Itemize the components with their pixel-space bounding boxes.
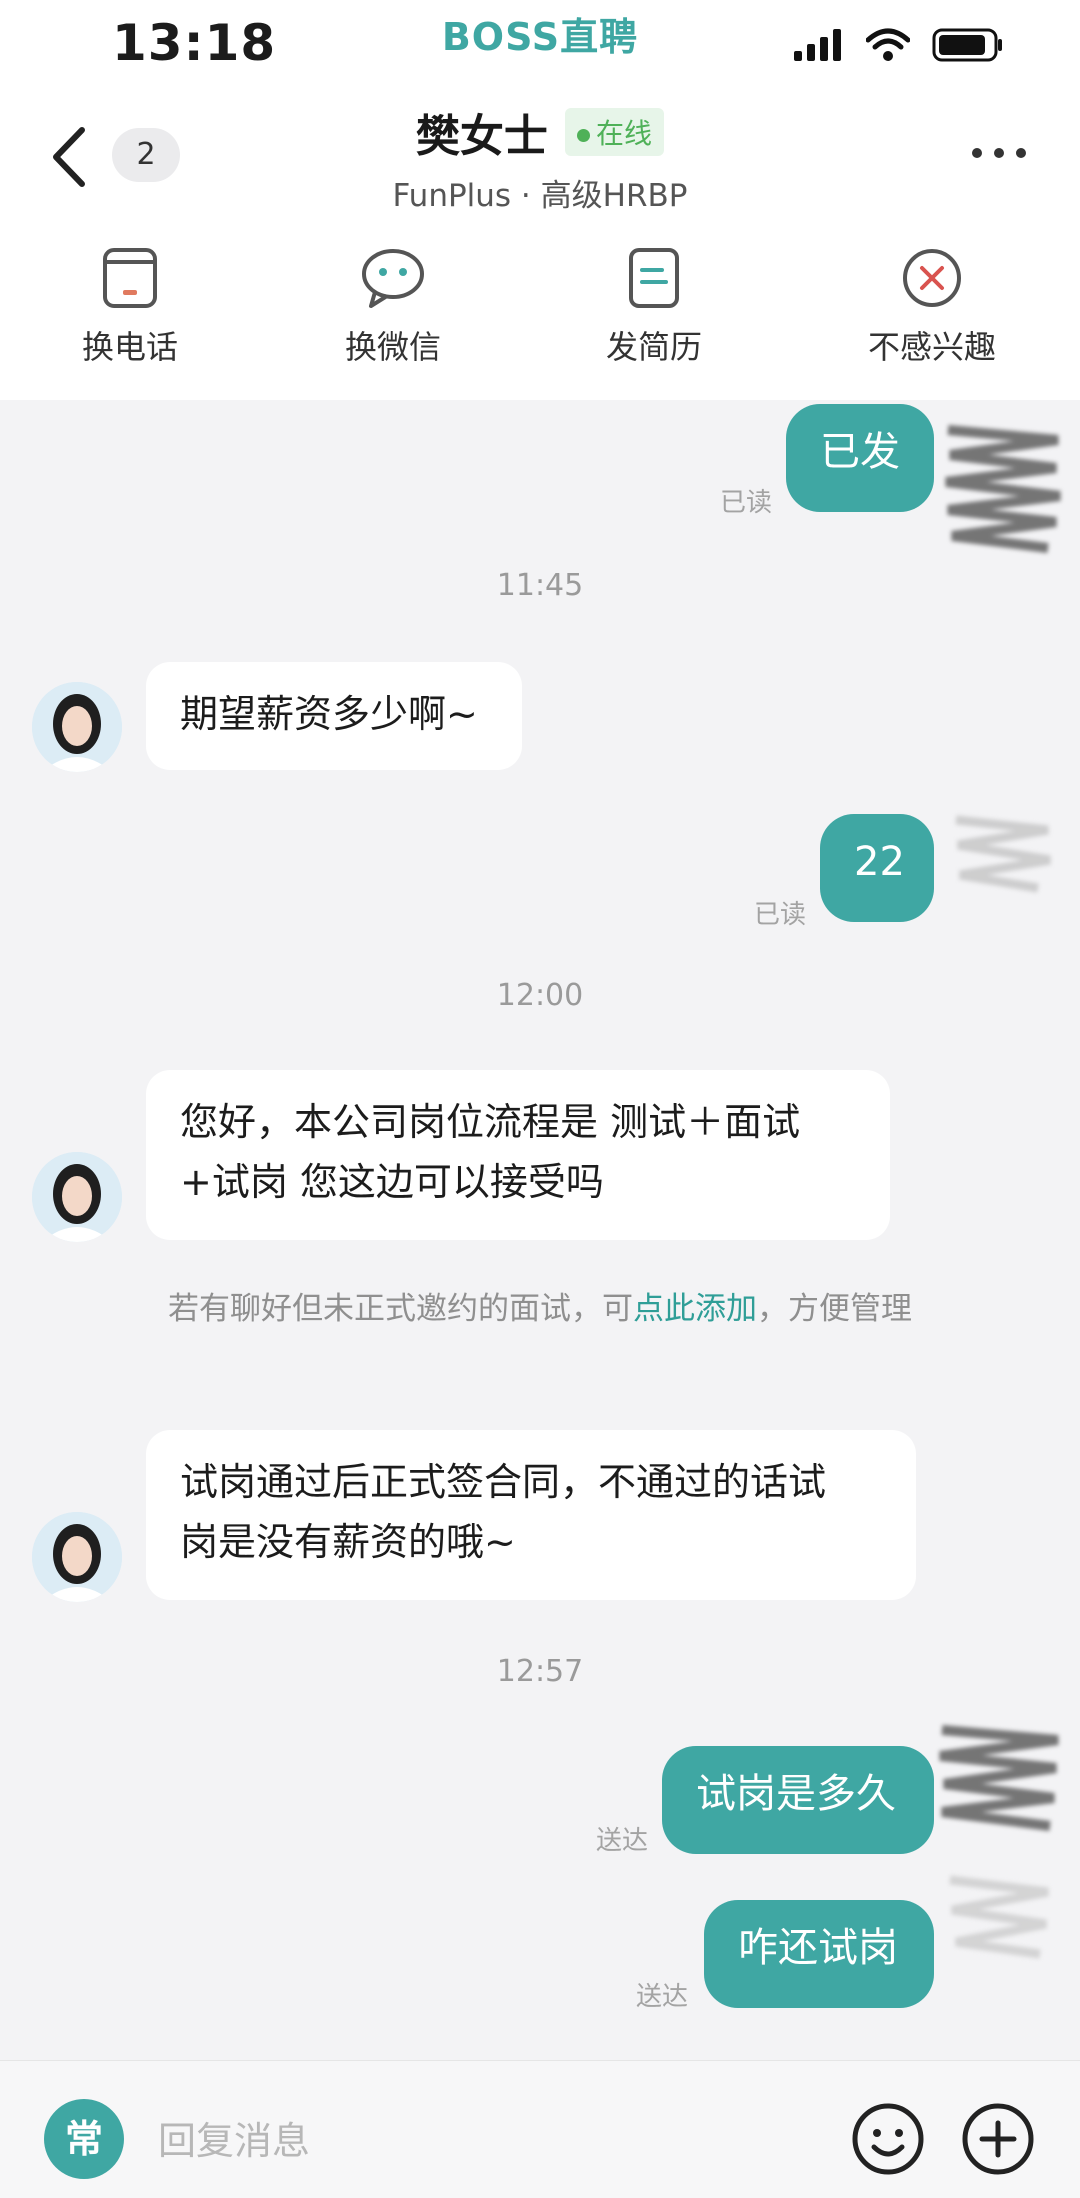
delivery-status: 送达 [596,1826,649,1856]
not-interested-icon [903,249,961,307]
emoji-icon[interactable] [848,2099,928,2179]
online-label: 在线 [596,117,653,150]
avatar-image [32,682,122,772]
redacted-avatar [945,425,1061,553]
resume-icon [629,248,679,308]
timestamp: 12:57 [496,1654,584,1689]
system-note-text: ，方便管理 [757,1291,912,1327]
avatar[interactable] [32,1152,122,1242]
timestamp: 12:00 [496,978,584,1013]
message-line: 您好，本公司岗位流程是 测试＋面试 [180,1100,801,1144]
read-status: 已读 [720,488,773,518]
status-icons [794,28,1004,62]
reply-input[interactable] [156,2109,800,2173]
quick-actions: 换电话 换微信 发简历 不感兴趣 [0,246,1080,376]
common-phrases-button[interactable]: 常 [44,2099,124,2179]
add-interview-link[interactable]: 点此添加 [633,1291,757,1327]
top-bar: 13:18 BOSS直聘 2 樊女士 在线 FunPlus · 高级HRBP 换… [0,0,1080,400]
redacted-avatar [955,815,1051,893]
online-badge: 在线 [565,108,665,156]
message-line: +试岗 您这边可以接受吗 [180,1160,604,1204]
not-interested-button[interactable]: 不感兴趣 [832,246,1032,368]
read-status: 已读 [754,900,807,930]
more-options-icon[interactable] [972,148,1026,158]
message-bubble-outgoing[interactable]: 22 [820,814,934,922]
system-note: 若有聊好但未正式邀约的面试，可点此添加，方便管理 [150,1286,930,1332]
message-line: 岗是没有薪资的哦~ [180,1520,516,1564]
exchange-phone-button[interactable]: 换电话 [30,246,230,368]
signal-icon [794,29,841,61]
plus-icon[interactable] [958,2099,1038,2179]
contact-name: 樊女士 [415,111,548,162]
contact-subtitle: FunPlus · 高级HRBP [392,178,688,214]
message-bubble-outgoing[interactable]: 咋还试岗 [704,1900,934,2008]
avatar[interactable] [32,1512,122,1602]
redacted-avatar [939,1725,1059,1831]
chat-area[interactable]: 已读 已发 11:45 期望薪资多少啊~ 已读 22 12:00 您好，本公司岗… [0,400,1080,2060]
exchange-phone-label: 换电话 [81,328,178,366]
not-interested-label: 不感兴趣 [867,328,996,366]
avatar-image [32,1152,122,1242]
contact-title: 樊女士 在线 [0,100,1080,164]
send-resume-button[interactable]: 发简历 [554,246,754,368]
exchange-wechat-button[interactable]: 换微信 [293,246,493,368]
online-dot-icon [577,128,591,142]
exchange-wechat-label: 换微信 [344,328,441,366]
message-bubble-incoming[interactable]: 试岗通过后正式签合同，不通过的话试 岗是没有薪资的哦~ [146,1430,916,1600]
battery-icon [932,28,1002,62]
timestamp: 11:45 [496,568,584,603]
avatar-image [32,1512,122,1602]
message-bubble-incoming[interactable]: 期望薪资多少啊~ [146,662,522,770]
message-bubble-incoming[interactable]: 您好，本公司岗位流程是 测试＋面试 +试岗 您这边可以接受吗 [146,1070,890,1240]
phone-card-icon [103,248,157,308]
composer-bar: 常 [0,2060,1080,2198]
wechat-icon [362,249,424,308]
avatar[interactable] [32,682,122,772]
message-bubble-outgoing[interactable]: 试岗是多久 [662,1746,934,1854]
redacted-avatar [949,1875,1049,1959]
message-line: 试岗通过后正式签合同，不通过的话试 [180,1460,827,1504]
system-note-text: 若有聊好但未正式邀约的面试，可 [168,1291,633,1327]
wifi-icon [866,28,910,61]
message-bubble-outgoing[interactable]: 已发 [786,404,934,512]
delivery-status: 送达 [636,1982,689,2012]
send-resume-label: 发简历 [605,328,702,366]
